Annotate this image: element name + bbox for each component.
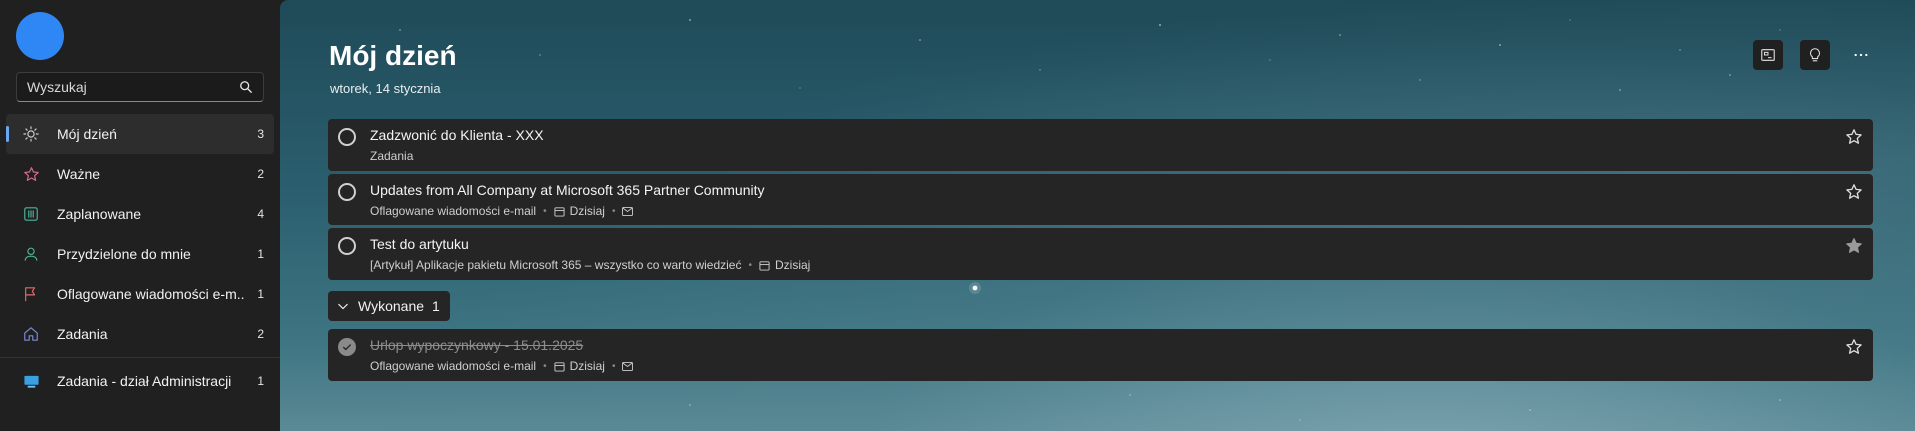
task-item[interactable]: Test do artytuku [Artykuł] Aplikacje pak… <box>328 228 1873 280</box>
due-date: Dzisiaj <box>554 359 605 373</box>
complete-checkbox[interactable] <box>338 183 356 201</box>
sidebar-item-count: 4 <box>257 207 264 221</box>
suggestions-view-button[interactable] <box>1753 40 1783 70</box>
complete-checkbox[interactable] <box>338 237 356 255</box>
sidebar-item-important[interactable]: Ważne 2 <box>6 154 274 194</box>
sidebar-item-flagged-email[interactable]: Oflagowane wiadomości e-m... 1 <box>6 274 274 314</box>
sidebar-item-label: Przydzielone do mnie <box>57 246 191 262</box>
sidebar-item-label: Mój dzień <box>57 126 117 142</box>
due-date: Dzisiaj <box>759 258 810 272</box>
complete-checkbox[interactable] <box>338 128 356 146</box>
importance-star-icon[interactable] <box>1845 183 1863 201</box>
sidebar-item-count: 1 <box>257 287 264 301</box>
due-date-label: Dzisiaj <box>569 204 605 218</box>
more-options-button[interactable] <box>1846 40 1876 70</box>
page-date: wtorek, 14 stycznia <box>330 81 441 96</box>
task-meta: Zadania <box>370 149 413 163</box>
mail-icon <box>622 206 634 216</box>
sidebar-divider <box>0 357 280 358</box>
calendar-icon <box>22 205 40 223</box>
flag-icon <box>22 285 40 303</box>
avatar[interactable] <box>16 12 64 60</box>
sun-icon <box>22 125 40 143</box>
importance-star-icon[interactable] <box>1845 338 1863 356</box>
sidebar-item-label: Zadania - dział Administracji <box>57 373 232 389</box>
task-title: Zadzwonić do Klienta - XXX <box>370 127 544 143</box>
home-icon <box>22 325 40 343</box>
checkmark-icon <box>343 344 351 351</box>
task-meta: Oflagowane wiadomości e-mail • Dzisiaj • <box>370 204 634 218</box>
task-item[interactable]: Zadzwonić do Klienta - XXX Zadania <box>328 119 1873 171</box>
task-list-name: Zadania <box>370 149 414 163</box>
search-box[interactable] <box>16 72 264 102</box>
due-date: Dzisiaj <box>554 204 605 218</box>
sidebar: Mój dzień 3 Ważne 2 Zaplanowane 4 Przydz… <box>0 0 280 431</box>
sidebar-item-label: Zaplanowane <box>57 206 142 222</box>
sidebar-item-count: 1 <box>257 374 264 388</box>
sidebar-item-assigned[interactable]: Przydzielone do mnie 1 <box>6 234 274 274</box>
task-list-name: [Artykuł] Aplikacje pakietu Microsoft 36… <box>370 258 742 272</box>
task-list-name: Oflagowane wiadomości e-mail <box>370 359 537 373</box>
importance-star-filled-icon[interactable] <box>1845 237 1863 255</box>
sidebar-item-label: Zadania <box>57 326 108 342</box>
task-meta: Oflagowane wiadomości e-mail • Dzisiaj • <box>370 359 634 373</box>
task-item-completed[interactable]: Urlop wypoczynkowy - 15.01.2025 Oflagowa… <box>328 329 1873 381</box>
sidebar-item-count: 2 <box>257 327 264 341</box>
task-list-name: Oflagowane wiadomości e-mail <box>370 204 537 218</box>
person-icon <box>22 245 40 263</box>
task-title: Test do artytuku <box>370 236 469 252</box>
importance-star-icon[interactable] <box>1845 128 1863 146</box>
sidebar-item-planned[interactable]: Zaplanowane 4 <box>6 194 274 234</box>
calendar-icon <box>759 260 770 271</box>
lightbulb-icon <box>1810 48 1820 62</box>
monitor-icon <box>22 372 40 390</box>
sidebar-nav: Mój dzień 3 Ważne 2 Zaplanowane 4 Przydz… <box>0 114 280 401</box>
search-input[interactable] <box>27 79 239 95</box>
more-icon <box>1854 53 1868 57</box>
suggestions-icon <box>1761 49 1775 61</box>
sidebar-item-label: Ważne <box>57 166 101 182</box>
sidebar-item-count: 3 <box>257 127 264 141</box>
main-pane: Mój dzień wtorek, 14 stycznia Zadzwonić … <box>280 0 1915 431</box>
mail-icon <box>622 361 634 371</box>
sidebar-item-count: 2 <box>257 167 264 181</box>
task-meta: [Artykuł] Aplikacje pakietu Microsoft 36… <box>370 258 811 272</box>
calendar-icon <box>554 206 565 217</box>
due-date-label: Dzisiaj <box>569 359 605 373</box>
sidebar-item-admin-tasks[interactable]: Zadania - dział Administracji 1 <box>6 361 274 401</box>
completed-section-toggle[interactable]: Wykonane 1 <box>328 291 450 321</box>
task-item[interactable]: Updates from All Company at Microsoft 36… <box>328 174 1873 225</box>
chevron-down-icon <box>338 303 348 310</box>
completed-count: 1 <box>432 298 440 314</box>
due-date-label: Dzisiaj <box>775 258 811 272</box>
star-icon <box>22 165 40 183</box>
page-title: Mój dzień <box>329 40 457 71</box>
sidebar-item-label: Oflagowane wiadomości e-m... <box>57 286 244 302</box>
suggestions-button[interactable] <box>1800 40 1830 70</box>
sidebar-item-count: 1 <box>257 247 264 261</box>
sidebar-item-my-day[interactable]: Mój dzień 3 <box>6 114 274 154</box>
search-icon[interactable] <box>239 80 253 94</box>
completed-checkbox[interactable] <box>338 338 356 356</box>
task-title: Urlop wypoczynkowy - 15.01.2025 <box>370 337 584 353</box>
completed-label: Wykonane <box>358 298 425 314</box>
calendar-icon <box>554 361 565 372</box>
sidebar-item-tasks[interactable]: Zadania 2 <box>6 314 274 354</box>
task-title: Updates from All Company at Microsoft 36… <box>370 182 765 198</box>
